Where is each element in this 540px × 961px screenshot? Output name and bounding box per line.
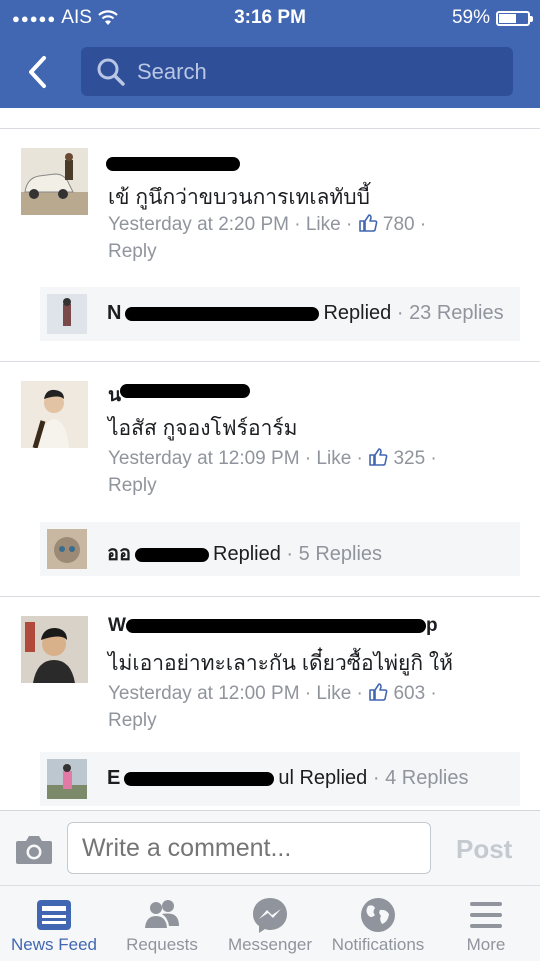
comment-meta: Yesterday at 12:09 PM · Like · 325 · Rep… — [108, 445, 508, 499]
reply-button[interactable]: Reply — [108, 472, 508, 499]
replies-summary: N Replied · 23 Replies — [107, 302, 504, 324]
comment-item: เข้ กูนึกว่าขบวนการเทเลทับบี้ Yesterday … — [0, 129, 540, 361]
comments-feed[interactable]: เข้ กูนึกว่าขบวนการเทเลทับบี้ Yesterday … — [0, 108, 540, 810]
thumbs-up-icon — [369, 448, 388, 466]
avatar-photo-person — [21, 381, 88, 448]
status-bar: ●●●●● AIS 3:16 PM 59% — [0, 0, 540, 36]
reply-avatar — [47, 294, 87, 334]
comment-input[interactable] — [67, 822, 431, 874]
avatar[interactable] — [21, 616, 88, 683]
replier-name-prefix: ออ — [107, 543, 132, 565]
search-icon — [97, 58, 125, 86]
avatar[interactable] — [21, 148, 88, 215]
app-header: ●●●●● AIS 3:16 PM 59% Search — [0, 0, 540, 108]
reply-button[interactable]: Reply — [108, 707, 508, 734]
tab-requests[interactable]: Requests — [108, 886, 216, 961]
replier-name-prefix: N — [107, 302, 122, 324]
battery-icon — [496, 10, 533, 26]
tab-label: Notifications — [331, 935, 425, 954]
like-count: 780 — [382, 214, 415, 235]
battery-info: 59% — [451, 7, 533, 29]
reply-button[interactable]: Reply — [108, 238, 508, 265]
commenter-name-suffix[interactable]: p — [426, 615, 438, 637]
like-button[interactable]: Like — [316, 683, 351, 704]
replied-label: Replied — [213, 543, 281, 565]
camera-icon[interactable] — [15, 833, 53, 865]
thumbs-up-icon — [358, 214, 378, 232]
messenger-icon — [253, 898, 287, 933]
globe-icon — [361, 898, 395, 932]
replies-summary: Eul Replied · 4 Replies — [107, 767, 469, 789]
tab-label: Requests — [126, 935, 198, 954]
like-button[interactable]: Like — [306, 214, 341, 235]
tab-label: More — [466, 935, 506, 954]
reply-avatar — [47, 529, 87, 569]
replies-summary: ออ Replied · 5 Replies — [107, 543, 383, 565]
like-button[interactable]: Like — [316, 448, 351, 469]
comment-timestamp: Yesterday at 2:20 PM — [108, 214, 289, 235]
comment-meta: Yesterday at 12:00 PM · Like · 603 · Rep… — [108, 680, 508, 734]
bottom-tab-bar: News Feed Requests Messenger Notificatio… — [0, 885, 540, 961]
tab-more[interactable]: More — [432, 886, 540, 961]
avatar-photo-person — [21, 616, 88, 683]
comment-item: น ไอสัส กูจองโฟร์อาร์ม Yesterday at 12:0… — [0, 362, 540, 596]
comment-text: เข้ กูนึกว่าขบวนการเทเลทับบี้ — [108, 186, 370, 209]
reply-count: 23 Replies — [409, 302, 504, 324]
like-count: 325 — [393, 448, 426, 469]
replier-name-prefix: E — [107, 767, 121, 789]
replies-link[interactable]: ออ Replied · 5 Replies — [40, 522, 520, 576]
comment-meta: Yesterday at 2:20 PM · Like · 780 · Repl… — [108, 211, 508, 265]
comment-text: ไม่เอาอย่าทะเลาะกัน เดี๋ยวซื้อไพ่ยูกิ ให… — [108, 652, 453, 675]
tab-messenger[interactable]: Messenger — [216, 886, 324, 961]
replies-link[interactable]: N Replied · 23 Replies — [40, 287, 520, 341]
avatar-photo-car — [21, 148, 88, 215]
search-bar[interactable]: Search — [81, 47, 513, 96]
replies-link[interactable]: Eul Replied · 4 Replies — [40, 752, 520, 806]
thumbs-up-icon — [369, 683, 388, 701]
avatar[interactable] — [21, 381, 88, 448]
news-feed-icon — [37, 900, 71, 930]
like-count: 603 — [393, 683, 426, 704]
replied-label: ul Replied — [278, 767, 368, 789]
tab-label: Messenger — [227, 935, 313, 954]
reply-count: 5 Replies — [298, 543, 383, 565]
comment-composer: Post — [0, 810, 540, 886]
battery-fill — [499, 13, 516, 23]
tab-news-feed[interactable]: News Feed — [0, 886, 108, 961]
name-redaction — [135, 547, 210, 562]
back-arrow-icon[interactable] — [20, 52, 60, 92]
hamburger-menu-icon — [470, 902, 502, 928]
comment-timestamp: Yesterday at 12:00 PM — [108, 683, 300, 704]
comment-timestamp: Yesterday at 12:09 PM — [108, 448, 300, 469]
battery-percent: 59% — [451, 7, 490, 28]
name-redaction — [126, 619, 426, 633]
search-placeholder: Search — [137, 58, 207, 84]
commenter-name-prefix[interactable]: น — [108, 380, 121, 410]
comment-text: ไอสัส กูจองโฟร์อาร์ม — [108, 417, 298, 440]
name-redaction — [125, 306, 320, 321]
name-redaction — [120, 384, 250, 398]
post-button[interactable]: Post — [456, 834, 512, 865]
commenter-name-prefix[interactable]: W — [108, 615, 126, 637]
friend-requests-icon — [145, 900, 179, 928]
replied-label: Replied — [323, 302, 392, 324]
tab-label: News Feed — [11, 935, 97, 954]
reply-avatar — [47, 759, 87, 799]
reply-count: 4 Replies — [385, 767, 469, 789]
name-redaction — [106, 157, 240, 171]
tab-notifications[interactable]: Notifications — [324, 886, 432, 961]
comment-item: W p ไม่เอาอย่าทะเลาะกัน เดี๋ยวซื้อไพ่ยูก… — [0, 597, 540, 810]
name-redaction — [124, 771, 275, 786]
